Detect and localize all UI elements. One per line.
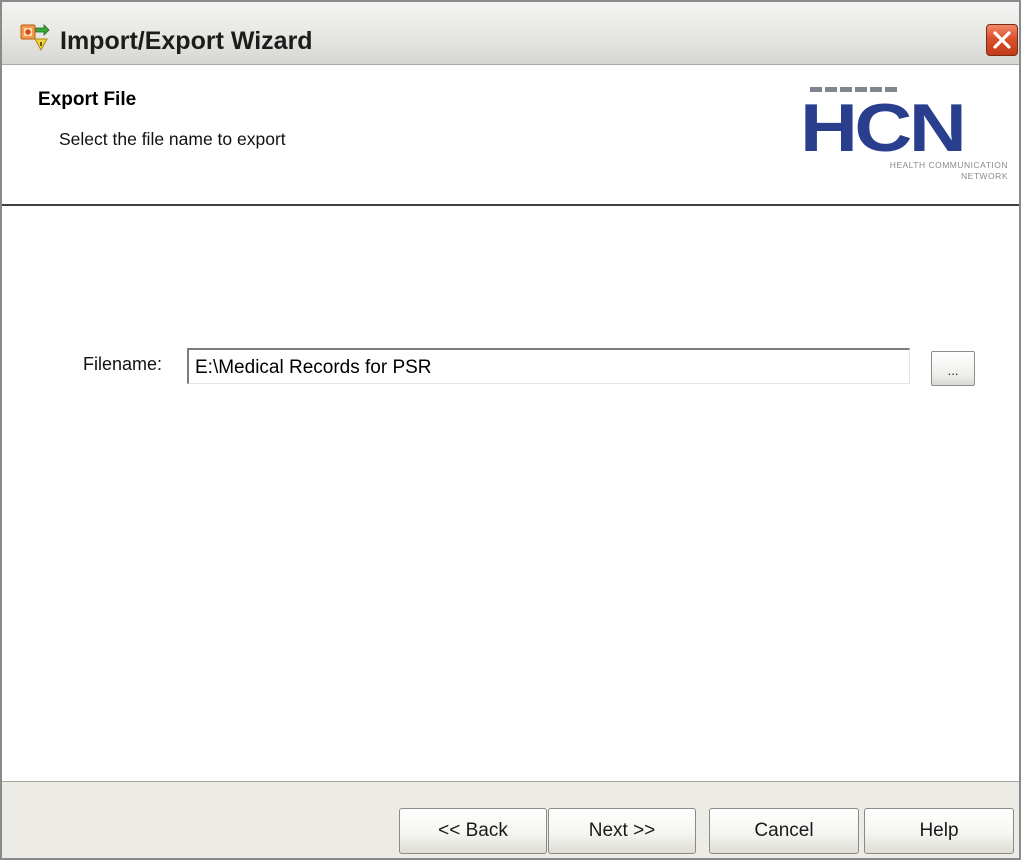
- filename-label: Filename:: [83, 354, 163, 374]
- logo-letters: HCN: [800, 90, 967, 166]
- logo-tagline: HEALTH COMMUNICATION: [889, 160, 1008, 170]
- step-title: Export File: [38, 89, 137, 110]
- help-button[interactable]: Help: [864, 808, 1014, 854]
- logo-tagline-2: NETWORK: [961, 171, 1008, 181]
- wizard-header: Export File Select the file name to expo…: [2, 65, 1019, 206]
- close-icon: [993, 31, 1011, 49]
- wizard-body: Filename: ...: [2, 206, 1019, 781]
- filename-input[interactable]: [187, 348, 910, 384]
- hcn-logo: HCN HEALTH COMMUNICATION NETWORK: [800, 83, 1010, 181]
- browse-button[interactable]: ...: [931, 351, 975, 386]
- back-button[interactable]: << Back: [399, 808, 547, 854]
- import-export-icon: [20, 24, 50, 52]
- wizard-footer: << Back Next >> Cancel Help: [2, 781, 1019, 858]
- step-subtitle: Select the file name to export: [59, 129, 286, 149]
- window-title: Import/Export Wizard: [60, 27, 313, 55]
- title-bar[interactable]: Import/Export Wizard: [2, 2, 1019, 65]
- import-export-wizard-window: Import/Export Wizard Export File Select …: [0, 0, 1021, 860]
- next-button[interactable]: Next >>: [548, 808, 696, 854]
- close-button[interactable]: [986, 24, 1018, 56]
- cancel-button[interactable]: Cancel: [709, 808, 859, 854]
